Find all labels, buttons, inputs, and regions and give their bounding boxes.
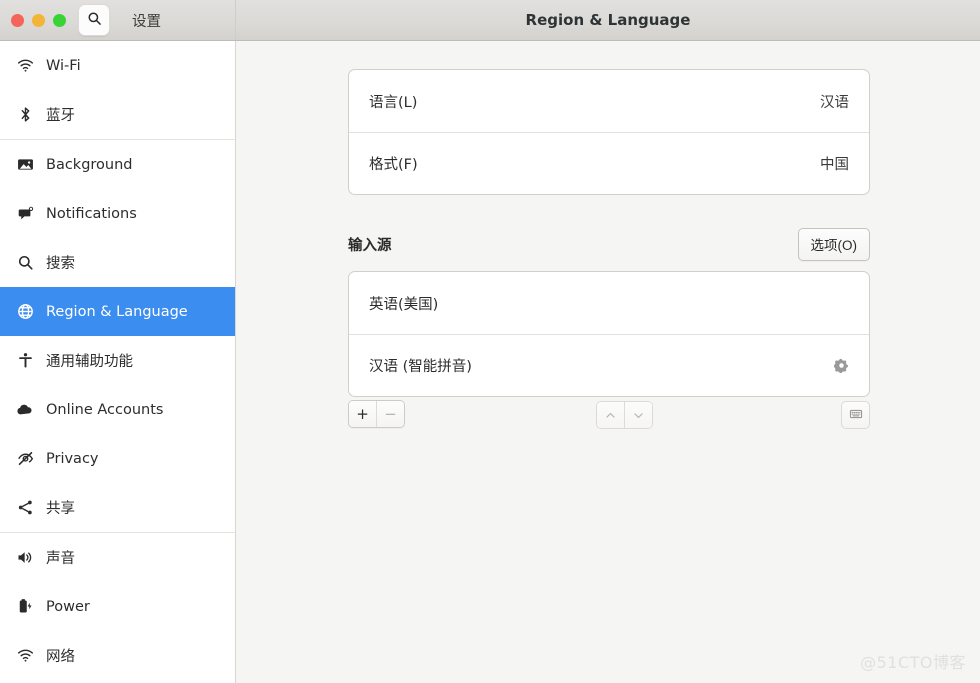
eye-off-icon: [12, 450, 38, 467]
move-button-group: [596, 401, 653, 429]
wifi-icon: [12, 647, 38, 664]
sidebar-item-label: 蓝牙: [46, 108, 75, 124]
section-title: 输入源: [348, 237, 392, 254]
sidebar-item-sharing[interactable]: 共享: [0, 483, 235, 532]
globe-icon: [12, 303, 38, 320]
speaker-icon: [12, 549, 38, 566]
search-icon: [87, 11, 102, 30]
add-input-source-button[interactable]: +: [349, 401, 376, 427]
language-format-card: 语言(L) 汉语 格式(F) 中国: [348, 69, 870, 195]
remove-input-source-button[interactable]: −: [376, 401, 404, 427]
options-button[interactable]: 选项(O): [797, 227, 870, 261]
sidebar-item-wifi[interactable]: Wi-Fi: [0, 41, 235, 90]
window-title: Region & Language: [525, 11, 691, 29]
chevron-down-icon: [634, 412, 643, 418]
share-icon: [12, 499, 38, 516]
sidebar-item-sound[interactable]: 声音: [0, 533, 235, 582]
titlebar-left-section: 设置: [0, 0, 236, 40]
image-icon: [12, 156, 38, 173]
search-button[interactable]: [78, 4, 110, 36]
main-inner: 语言(L) 汉语 格式(F) 中国 输入源 选项(O) 英语(美国) 汉语 (智…: [236, 41, 980, 429]
input-source-label: 汉语 (智能拼音): [369, 359, 472, 375]
keyboard-icon: [849, 406, 863, 425]
sidebar-item-region-and-language[interactable]: Region & Language: [0, 287, 235, 336]
content-column: 语言(L) 汉语 格式(F) 中国 输入源 选项(O) 英语(美国) 汉语 (智…: [348, 69, 870, 429]
notification-bubble-icon: [12, 205, 38, 222]
settings-window: 设置 Region & Language Wi-Fi 蓝牙 Background…: [0, 0, 980, 683]
input-source-label: 英语(美国): [369, 296, 439, 313]
row-format[interactable]: 格式(F) 中国: [349, 132, 869, 194]
sidebar-item-power[interactable]: Power: [0, 582, 235, 631]
input-source-item-english[interactable]: 英语(美国): [349, 272, 869, 334]
sidebar-item-label: Region & Language: [46, 303, 188, 320]
sidebar-item-label: Wi-Fi: [46, 57, 81, 74]
sidebar-item-label: Online Accounts: [46, 401, 164, 418]
move-down-button[interactable]: [624, 402, 652, 428]
sidebar-item-label: Privacy: [46, 450, 99, 467]
minimize-button[interactable]: [32, 13, 45, 27]
watermark: @51CTO博客: [860, 653, 966, 672]
sidebar: Wi-Fi 蓝牙 Background Notifications 搜索 Reg…: [0, 41, 236, 683]
sidebar-item-label: 通用辅助功能: [46, 354, 133, 370]
cloud-icon: [12, 401, 38, 419]
gear-icon[interactable]: [834, 358, 849, 373]
sidebar-item-label: 声音: [46, 551, 75, 567]
sidebar-item-label: Notifications: [46, 205, 137, 222]
row-language[interactable]: 语言(L) 汉语: [349, 70, 869, 132]
main-content: 语言(L) 汉语 格式(F) 中国 输入源 选项(O) 英语(美国) 汉语 (智…: [236, 41, 980, 683]
input-source-item-chinese[interactable]: 汉语 (智能拼音): [349, 334, 869, 396]
sidebar-item-network[interactable]: 网络: [0, 631, 235, 680]
row-label: 格式(F): [369, 157, 418, 173]
sidebar-item-notifications[interactable]: Notifications: [0, 189, 235, 238]
sidebar-item-label: 共享: [46, 501, 75, 517]
chevron-up-icon: [606, 412, 615, 418]
move-up-button[interactable]: [597, 402, 624, 428]
input-sources-toolbar: + −: [348, 399, 870, 429]
maximize-button[interactable]: [53, 13, 66, 27]
sidebar-item-privacy[interactable]: Privacy: [0, 434, 235, 483]
row-label: 语言(L): [369, 94, 418, 111]
sidebar-item-universal-access[interactable]: 通用辅助功能: [0, 336, 235, 385]
app-name: 设置: [132, 13, 161, 30]
sidebar-item-label: 网络: [46, 649, 75, 665]
input-sources-header: 输入源 选项(O): [348, 227, 870, 261]
wifi-icon: [12, 57, 38, 74]
sidebar-item-label: Power: [46, 598, 90, 615]
search-icon: [12, 254, 38, 271]
row-value: 汉语: [820, 94, 849, 111]
show-keyboard-layout-button[interactable]: [841, 401, 870, 429]
battery-icon: [12, 598, 38, 615]
bluetooth-icon: [12, 106, 38, 123]
close-button[interactable]: [11, 13, 24, 27]
sidebar-item-background[interactable]: Background: [0, 140, 235, 189]
input-sources-card: 英语(美国) 汉语 (智能拼音): [348, 271, 870, 397]
sidebar-item-search[interactable]: 搜索: [0, 238, 235, 287]
window-controls: [11, 13, 66, 27]
row-value: 中国: [820, 157, 849, 173]
titlebar: 设置 Region & Language: [0, 0, 980, 41]
window-body: Wi-Fi 蓝牙 Background Notifications 搜索 Reg…: [0, 41, 980, 683]
sidebar-item-bluetooth[interactable]: 蓝牙: [0, 90, 235, 139]
sidebar-item-online-accounts[interactable]: Online Accounts: [0, 385, 235, 434]
add-remove-button-group: + −: [348, 400, 405, 428]
accessibility-icon: [12, 352, 38, 369]
sidebar-item-label: 搜索: [46, 256, 75, 272]
sidebar-item-label: Background: [46, 156, 133, 173]
